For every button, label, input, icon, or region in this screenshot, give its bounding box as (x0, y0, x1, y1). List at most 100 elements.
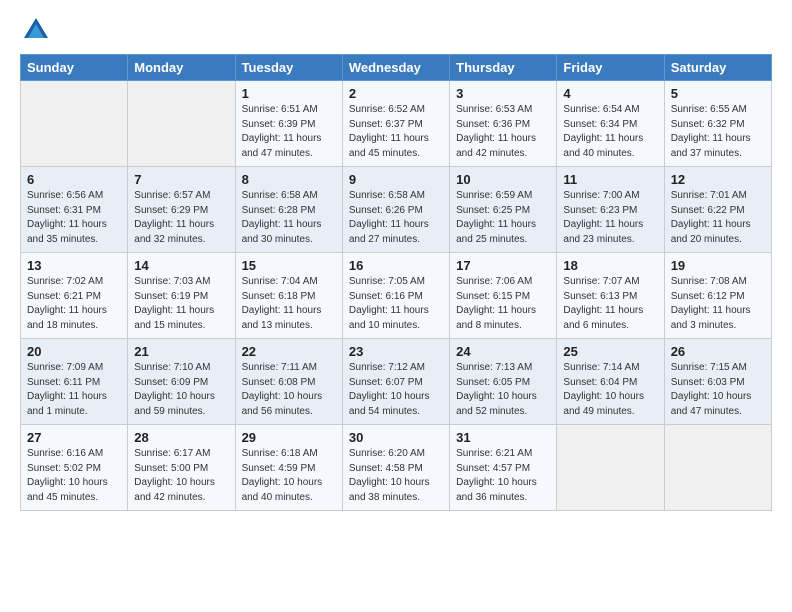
day-header-sunday: Sunday (21, 55, 128, 81)
day-info: Sunrise: 7:06 AM Sunset: 6:15 PM Dayligh… (456, 275, 550, 333)
calendar-cell: 6 Sunrise: 6:56 AM Sunset: 6:31 PM Daylig… (21, 167, 128, 253)
day-info: Sunrise: 6:18 AM Sunset: 4:59 PM Dayligh… (242, 447, 336, 505)
day-info: Sunrise: 6:56 AM Sunset: 6:31 PM Dayligh… (27, 189, 121, 247)
day-info: Sunrise: 7:14 AM Sunset: 6:04 PM Dayligh… (563, 361, 657, 419)
calendar-cell: 22 Sunrise: 7:11 AM Sunset: 6:08 PM Dayli… (235, 339, 342, 425)
day-number: 20 (27, 344, 121, 359)
day-info: Sunrise: 6:17 AM Sunset: 5:00 PM Dayligh… (134, 447, 228, 505)
day-info: Sunrise: 7:09 AM Sunset: 6:11 PM Dayligh… (27, 361, 121, 419)
day-number: 31 (456, 430, 550, 445)
day-info: Sunrise: 6:20 AM Sunset: 4:58 PM Dayligh… (349, 447, 443, 505)
calendar-cell: 3Sunrise: 6:53 AM Sunset: 6:36 PM Daylig… (450, 81, 557, 167)
calendar-cell: 14 Sunrise: 7:03 AM Sunset: 6:19 PM Dayli… (128, 253, 235, 339)
logo-icon (22, 16, 50, 44)
day-number: 2 (349, 86, 443, 101)
day-number: 25 (563, 344, 657, 359)
day-info: Sunrise: 7:02 AM Sunset: 6:21 PM Dayligh… (27, 275, 121, 333)
calendar-table: SundayMondayTuesdayWednesdayThursdayFrid… (20, 54, 772, 511)
day-number: 3 (456, 86, 550, 101)
calendar-cell: 1 Sunrise: 6:51 AM Sunset: 6:39 PM Daylig… (235, 81, 342, 167)
day-header-tuesday: Tuesday (235, 55, 342, 81)
day-info: Sunrise: 7:07 AM Sunset: 6:13 PM Dayligh… (563, 275, 657, 333)
calendar-cell: 4Sunrise: 6:54 AM Sunset: 6:34 PM Daylig… (557, 81, 664, 167)
calendar-cell: 18 Sunrise: 7:07 AM Sunset: 6:13 PM Dayli… (557, 253, 664, 339)
day-info: Sunrise: 7:15 AM Sunset: 6:03 PM Dayligh… (671, 361, 765, 419)
calendar-cell: 11Sunrise: 7:00 AM Sunset: 6:23 PM Dayli… (557, 167, 664, 253)
day-header-saturday: Saturday (664, 55, 771, 81)
day-number: 8 (242, 172, 336, 187)
calendar-cell: 26 Sunrise: 7:15 AM Sunset: 6:03 PM Dayli… (664, 339, 771, 425)
calendar-cell: 15Sunrise: 7:04 AM Sunset: 6:18 PM Dayli… (235, 253, 342, 339)
day-info: Sunrise: 6:55 AM Sunset: 6:32 PM Dayligh… (671, 103, 765, 161)
day-number: 26 (671, 344, 765, 359)
day-number: 13 (27, 258, 121, 273)
day-info: Sunrise: 6:51 AM Sunset: 6:39 PM Dayligh… (242, 103, 336, 161)
day-info: Sunrise: 6:58 AM Sunset: 6:28 PM Dayligh… (242, 189, 336, 247)
day-info: Sunrise: 7:05 AM Sunset: 6:16 PM Dayligh… (349, 275, 443, 333)
calendar-cell: 10 Sunrise: 6:59 AM Sunset: 6:25 PM Dayli… (450, 167, 557, 253)
day-number: 5 (671, 86, 765, 101)
calendar-cell (128, 81, 235, 167)
day-info: Sunrise: 6:16 AM Sunset: 5:02 PM Dayligh… (27, 447, 121, 505)
calendar-cell: 25 Sunrise: 7:14 AM Sunset: 6:04 PM Dayli… (557, 339, 664, 425)
day-number: 29 (242, 430, 336, 445)
day-info: Sunrise: 7:10 AM Sunset: 6:09 PM Dayligh… (134, 361, 228, 419)
day-number: 23 (349, 344, 443, 359)
calendar-cell (21, 81, 128, 167)
calendar-cell: 29 Sunrise: 6:18 AM Sunset: 4:59 PM Dayli… (235, 425, 342, 511)
calendar-cell: 24 Sunrise: 7:13 AM Sunset: 6:05 PM Dayli… (450, 339, 557, 425)
page: SundayMondayTuesdayWednesdayThursdayFrid… (0, 0, 792, 521)
day-number: 30 (349, 430, 443, 445)
calendar-week-1: 1 Sunrise: 6:51 AM Sunset: 6:39 PM Daylig… (21, 81, 772, 167)
calendar-cell: 23 Sunrise: 7:12 AM Sunset: 6:07 PM Dayli… (342, 339, 449, 425)
day-number: 4 (563, 86, 657, 101)
day-info: Sunrise: 7:08 AM Sunset: 6:12 PM Dayligh… (671, 275, 765, 333)
day-number: 9 (349, 172, 443, 187)
calendar-cell: 7 Sunrise: 6:57 AM Sunset: 6:29 PM Daylig… (128, 167, 235, 253)
day-number: 28 (134, 430, 228, 445)
day-number: 22 (242, 344, 336, 359)
calendar-cell: 20 Sunrise: 7:09 AM Sunset: 6:11 PM Dayli… (21, 339, 128, 425)
day-number: 14 (134, 258, 228, 273)
day-info: Sunrise: 6:59 AM Sunset: 6:25 PM Dayligh… (456, 189, 550, 247)
calendar-header-row: SundayMondayTuesdayWednesdayThursdayFrid… (21, 55, 772, 81)
calendar-cell: 8 Sunrise: 6:58 AM Sunset: 6:28 PM Daylig… (235, 167, 342, 253)
calendar-week-4: 20 Sunrise: 7:09 AM Sunset: 6:11 PM Dayli… (21, 339, 772, 425)
day-number: 6 (27, 172, 121, 187)
day-number: 10 (456, 172, 550, 187)
day-number: 17 (456, 258, 550, 273)
day-info: Sunrise: 7:01 AM Sunset: 6:22 PM Dayligh… (671, 189, 765, 247)
day-number: 24 (456, 344, 550, 359)
day-info: Sunrise: 7:12 AM Sunset: 6:07 PM Dayligh… (349, 361, 443, 419)
calendar-cell: 12 Sunrise: 7:01 AM Sunset: 6:22 PM Dayli… (664, 167, 771, 253)
day-header-friday: Friday (557, 55, 664, 81)
calendar-week-2: 6 Sunrise: 6:56 AM Sunset: 6:31 PM Daylig… (21, 167, 772, 253)
calendar-cell: 19 Sunrise: 7:08 AM Sunset: 6:12 PM Dayli… (664, 253, 771, 339)
calendar-cell (664, 425, 771, 511)
calendar-cell: 21Sunrise: 7:10 AM Sunset: 6:09 PM Dayli… (128, 339, 235, 425)
calendar-cell: 27Sunrise: 6:16 AM Sunset: 5:02 PM Dayli… (21, 425, 128, 511)
day-info: Sunrise: 7:04 AM Sunset: 6:18 PM Dayligh… (242, 275, 336, 333)
calendar-cell: 16 Sunrise: 7:05 AM Sunset: 6:16 PM Dayli… (342, 253, 449, 339)
day-info: Sunrise: 6:52 AM Sunset: 6:37 PM Dayligh… (349, 103, 443, 161)
calendar-cell: 5 Sunrise: 6:55 AM Sunset: 6:32 PM Daylig… (664, 81, 771, 167)
day-header-wednesday: Wednesday (342, 55, 449, 81)
calendar-week-5: 27Sunrise: 6:16 AM Sunset: 5:02 PM Dayli… (21, 425, 772, 511)
day-number: 7 (134, 172, 228, 187)
logo (20, 16, 50, 44)
day-number: 16 (349, 258, 443, 273)
day-info: Sunrise: 7:03 AM Sunset: 6:19 PM Dayligh… (134, 275, 228, 333)
day-number: 12 (671, 172, 765, 187)
day-number: 1 (242, 86, 336, 101)
day-number: 19 (671, 258, 765, 273)
day-info: Sunrise: 6:57 AM Sunset: 6:29 PM Dayligh… (134, 189, 228, 247)
day-info: Sunrise: 7:11 AM Sunset: 6:08 PM Dayligh… (242, 361, 336, 419)
calendar-cell: 13 Sunrise: 7:02 AM Sunset: 6:21 PM Dayli… (21, 253, 128, 339)
calendar-cell: 31Sunrise: 6:21 AM Sunset: 4:57 PM Dayli… (450, 425, 557, 511)
calendar-cell: 17 Sunrise: 7:06 AM Sunset: 6:15 PM Dayli… (450, 253, 557, 339)
day-info: Sunrise: 7:13 AM Sunset: 6:05 PM Dayligh… (456, 361, 550, 419)
day-header-monday: Monday (128, 55, 235, 81)
day-number: 18 (563, 258, 657, 273)
calendar-cell: 28 Sunrise: 6:17 AM Sunset: 5:00 PM Dayli… (128, 425, 235, 511)
calendar-cell (557, 425, 664, 511)
